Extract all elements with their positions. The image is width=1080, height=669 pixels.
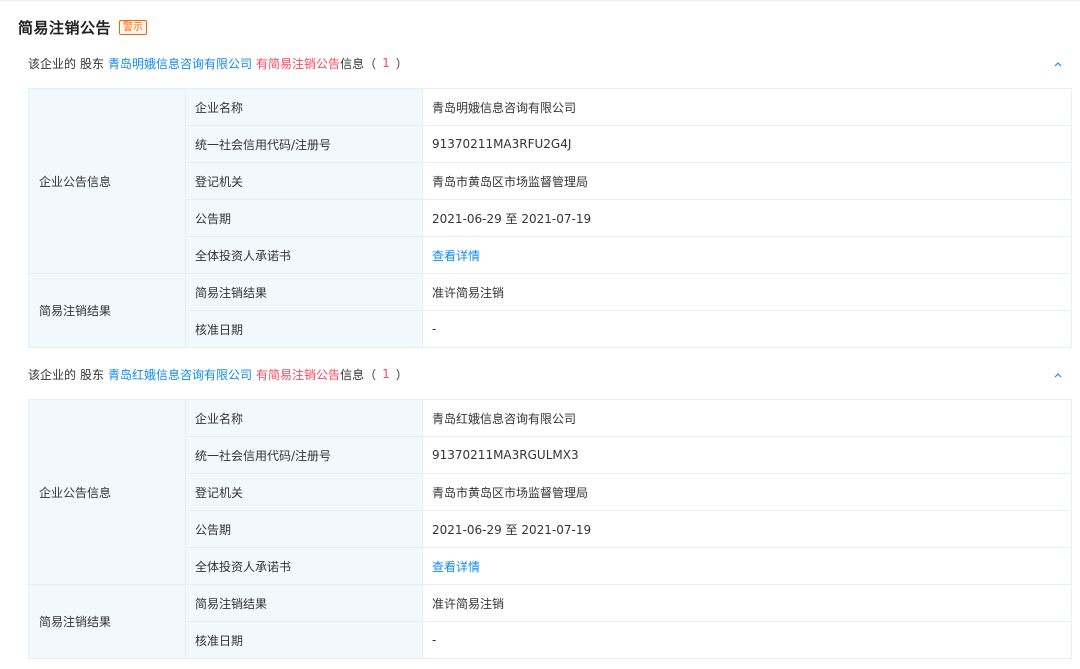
notice-table-1: 企业公告信息 企业名称 青岛明娥信息咨询有限公司 统一社会信用代码/注册号 91… [28,88,1072,348]
group-label-enterprise-notice: 企业公告信息 [28,88,186,274]
notice-period-value: 2021-06-29 至 2021-07-19 [422,510,1072,548]
header-role: 股东 [80,367,105,382]
chevron-up-icon[interactable] [1054,57,1062,70]
warning-badge: 警示 [119,19,148,35]
field-label-company-name: 企业名称 [185,88,423,126]
field-label-investor-commitment: 全体投资人承诺书 [185,236,423,274]
field-label-cancellation-result: 简易注销结果 [185,584,423,622]
header-role: 股东 [80,56,105,71]
group-label-cancellation-result: 简易注销结果 [28,584,186,659]
table-row: 统一社会信用代码/注册号 91370211MA3RGULMX3 [29,436,1072,474]
table-row: 企业公告信息 企业名称 青岛明娥信息咨询有限公司 [28,88,1072,274]
group-header-1: 该企业的 股东 青岛明娥信息咨询有限公司 有简易注销公告 信息 （ 1 ） [28,53,1072,73]
table-row: 核准日期 - [29,310,1072,348]
table-row: 登记机关 青岛市黄岛区市场监督管理局 [29,162,1072,200]
chevron-up-icon[interactable] [1054,368,1062,381]
table-row: 登记机关 青岛市黄岛区市场监督管理局 [29,473,1072,511]
table-row: 简易注销结果 简易注销结果 准许简易注销 [28,584,1072,659]
group-header-2: 该企业的 股东 青岛红娥信息咨询有限公司 有简易注销公告 信息 （ 1 ） [28,364,1072,384]
view-details-link[interactable]: 查看详情 [422,547,1072,585]
header-open-paren: （ [364,367,377,382]
company-name-value: 青岛红娥信息咨询有限公司 [422,399,1072,437]
header-prefix: 该企业的 [28,367,77,382]
cancellation-result-value: 准许简易注销 [422,584,1072,622]
table-row: 简易注销结果 简易注销结果 准许简易注销 [28,273,1072,348]
field-label-registration-authority: 登记机关 [185,473,423,511]
registration-authority-value: 青岛市黄岛区市场监督管理局 [422,473,1072,511]
header-info: 信息 [340,367,365,382]
table-row: 核准日期 - [29,621,1072,659]
group-label-cancellation-result: 简易注销结果 [28,273,186,348]
approval-date-value: - [422,621,1072,659]
notice-period-value: 2021-06-29 至 2021-07-19 [422,199,1072,237]
cancellation-result-value: 准许简易注销 [422,273,1072,311]
shareholder-link[interactable]: 青岛明娥信息咨询有限公司 [108,55,252,72]
view-details-link[interactable]: 查看详情 [422,236,1072,274]
header-has-notice: 有简易注销公告 [256,56,341,71]
registration-authority-value: 青岛市黄岛区市场监督管理局 [422,162,1072,200]
field-label-notice-period: 公告期 [185,510,423,548]
field-label-approval-date: 核准日期 [185,621,423,659]
field-label-cancellation-result: 简易注销结果 [185,273,423,311]
field-label-registration-authority: 登记机关 [185,162,423,200]
section-title: 简易注销公告 [18,18,112,37]
group-label-enterprise-notice: 企业公告信息 [28,399,186,585]
header-close-paren: ） [395,367,408,382]
company-name-value: 青岛明娥信息咨询有限公司 [422,88,1072,126]
field-label-approval-date: 核准日期 [185,310,423,348]
field-label-credit-code: 统一社会信用代码/注册号 [185,125,423,163]
approval-date-value: - [422,310,1072,348]
table-row: 公告期 2021-06-29 至 2021-07-19 [29,199,1072,237]
field-label-investor-commitment: 全体投资人承诺书 [185,547,423,585]
credit-code-value: 91370211MA3RGULMX3 [422,436,1072,474]
header-info: 信息 [340,56,365,71]
field-label-credit-code: 统一社会信用代码/注册号 [185,436,423,474]
table-row: 全体投资人承诺书 查看详情 [29,236,1072,274]
table-row: 公告期 2021-06-29 至 2021-07-19 [29,510,1072,548]
header-has-notice: 有简易注销公告 [256,367,341,382]
section-header: 简易注销公告 警示 [18,17,148,37]
notice-count: 1 [382,367,390,381]
table-row: 统一社会信用代码/注册号 91370211MA3RFU2G4J [29,125,1072,163]
credit-code-value: 91370211MA3RFU2G4J [422,125,1072,163]
notice-count: 1 [382,56,390,70]
simple-cancellation-panel: 简易注销公告 警示 该企业的 股东 青岛明娥信息咨询有限公司 有简易注销公告 信… [0,0,1080,669]
header-close-paren: ） [395,56,408,71]
header-open-paren: （ [364,56,377,71]
notice-table-2: 企业公告信息 企业名称 青岛红娥信息咨询有限公司 统一社会信用代码/注册号 91… [28,399,1072,659]
shareholder-link[interactable]: 青岛红娥信息咨询有限公司 [108,366,252,383]
table-row: 全体投资人承诺书 查看详情 [29,547,1072,585]
table-row: 企业公告信息 企业名称 青岛红娥信息咨询有限公司 [28,399,1072,585]
field-label-notice-period: 公告期 [185,199,423,237]
header-prefix: 该企业的 [28,56,77,71]
top-divider [0,0,1080,1]
field-label-company-name: 企业名称 [185,399,423,437]
